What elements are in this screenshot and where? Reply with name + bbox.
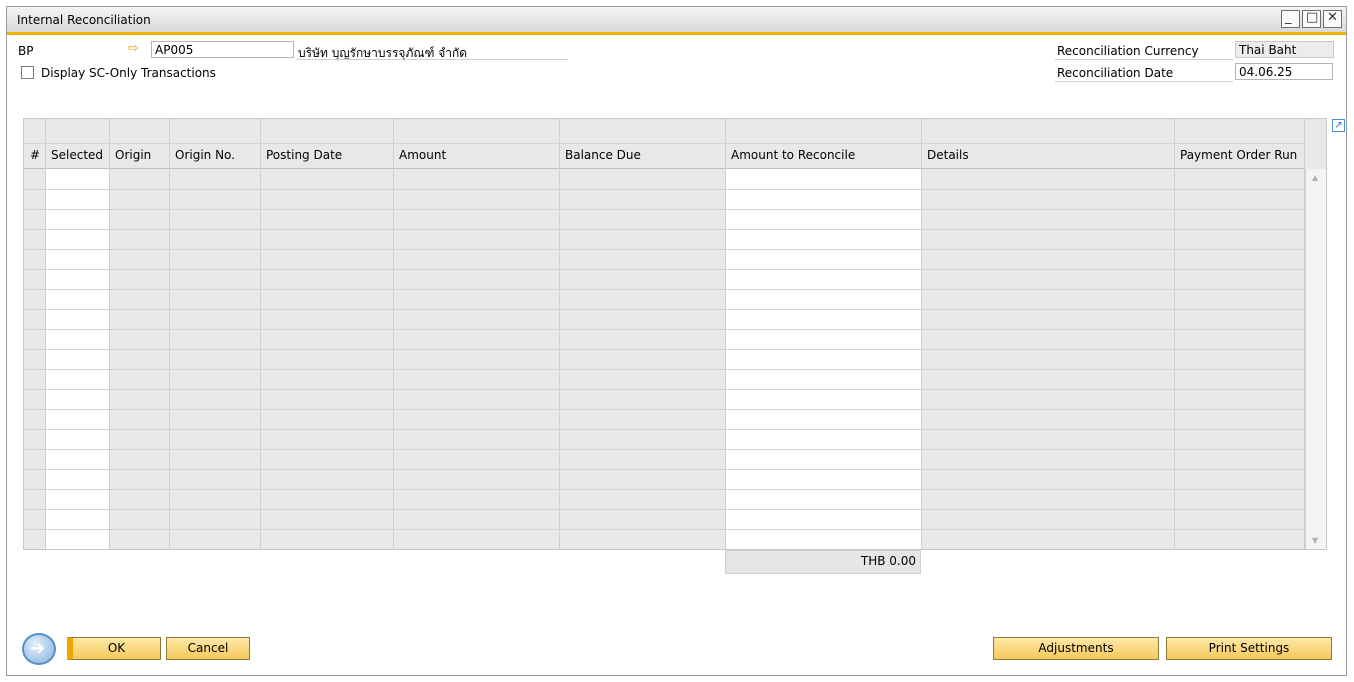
cancel-button[interactable]: Cancel [166, 637, 250, 660]
title-bar: Internal Reconciliation _ □ ✕ [7, 7, 1346, 35]
window-title: Internal Reconciliation [17, 13, 151, 27]
header-balance-due[interactable]: Balance Due [565, 148, 641, 162]
table-row [24, 449, 1304, 450]
header-number[interactable]: # [30, 148, 40, 162]
table-row [24, 389, 1304, 390]
back-arrow-icon: ➜ [30, 638, 46, 659]
close-button[interactable]: ✕ [1323, 10, 1342, 28]
scroll-up-icon[interactable]: ▲ [1312, 173, 1318, 182]
header-origin-no[interactable]: Origin No. [175, 148, 235, 162]
table-row [24, 269, 1304, 270]
table-row [24, 309, 1304, 310]
ok-button[interactable]: OK [67, 637, 161, 660]
table-row [24, 349, 1304, 350]
bp-name: บริษัท บุญรักษาบรรจุภัณฑ์ จำกัด [298, 46, 468, 60]
table-row [24, 209, 1304, 210]
table-row [24, 249, 1304, 250]
col-details [922, 119, 1175, 549]
close-icon: ✕ [1327, 10, 1338, 25]
header-payment-order-run[interactable]: Payment Order Run [1180, 148, 1297, 162]
bp-name-underline [296, 59, 568, 60]
bp-label: BP [18, 44, 34, 58]
col-selected[interactable] [46, 119, 110, 549]
reconciliation-table: # Selected Origin Origin No. Posting Dat… [23, 118, 1327, 550]
expand-icon[interactable]: ↗ [1332, 119, 1345, 132]
table-row [24, 189, 1304, 190]
currency-label: Reconciliation Currency [1057, 44, 1199, 58]
table-row [24, 509, 1304, 510]
table-row [24, 429, 1304, 430]
col-number [24, 119, 46, 549]
table-row [24, 229, 1304, 230]
date-underline [1055, 81, 1233, 82]
sc-only-label: Display SC-Only Transactions [41, 66, 216, 80]
table-row [24, 489, 1304, 490]
table-row [24, 529, 1304, 530]
total-amount-to-reconcile: THB 0.00 [725, 550, 921, 574]
window-controls: _ □ ✕ [1281, 10, 1342, 28]
back-button[interactable]: ➜ [22, 633, 56, 665]
header-origin[interactable]: Origin [115, 148, 151, 162]
col-payment-order-run [1175, 119, 1305, 549]
date-label: Reconciliation Date [1057, 66, 1174, 80]
date-field[interactable]: 04.06.25 [1235, 63, 1333, 80]
vertical-scrollbar[interactable]: ▲ ▼ [1305, 169, 1326, 549]
currency-field: Thai Baht [1235, 41, 1334, 58]
col-posting-date [261, 119, 394, 549]
sc-only-checkbox[interactable] [21, 66, 34, 79]
maximize-icon: □ [1306, 10, 1319, 25]
minimize-icon: _ [1285, 10, 1292, 25]
header-amount[interactable]: Amount [399, 148, 446, 162]
bp-code-field[interactable]: AP005 [151, 41, 294, 58]
header-details[interactable]: Details [927, 148, 969, 162]
table-row [24, 549, 1304, 550]
col-amount-to-reconcile[interactable] [726, 119, 922, 549]
header-amount-to-reconcile[interactable]: Amount to Reconcile [731, 148, 855, 162]
header-posting-date[interactable]: Posting Date [266, 148, 342, 162]
table-row [24, 409, 1304, 410]
col-amount [394, 119, 560, 549]
maximize-button[interactable]: □ [1302, 10, 1321, 28]
table-row [24, 289, 1304, 290]
currency-underline [1055, 59, 1233, 60]
adjustments-button[interactable]: Adjustments [993, 637, 1159, 660]
table-row [24, 369, 1304, 370]
header-selected[interactable]: Selected [51, 148, 103, 162]
link-arrow-icon[interactable]: ⇨ [128, 41, 139, 56]
print-settings-button[interactable]: Print Settings [1166, 637, 1332, 660]
scroll-down-icon[interactable]: ▼ [1312, 536, 1318, 545]
minimize-button[interactable]: _ [1281, 10, 1300, 28]
table-row [24, 329, 1304, 330]
col-origin-no [170, 119, 261, 549]
table-row [24, 469, 1304, 470]
col-balance-due [560, 119, 726, 549]
col-origin [110, 119, 170, 549]
